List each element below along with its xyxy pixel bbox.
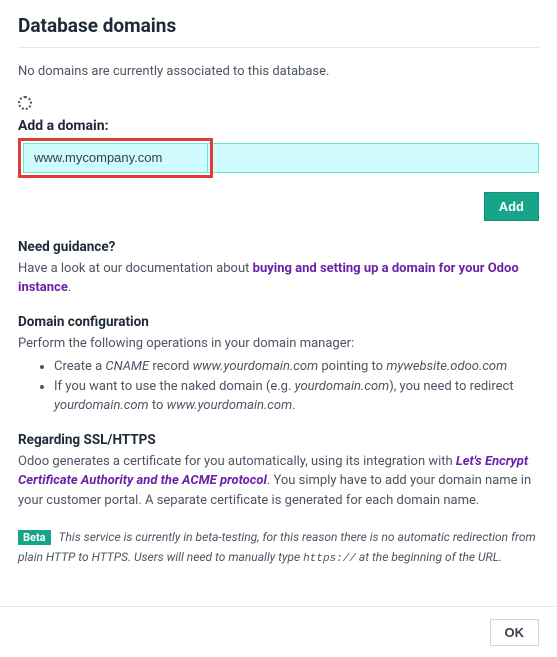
ssl-section: Regarding SSL/HTTPS Odoo generates a cer… [18,432,539,511]
add-domain-label: Add a domain: [18,118,539,134]
beta-text: This service is currently in beta-testin… [18,530,536,564]
guidance-section: Need guidance? Have a look at our docume… [18,239,539,298]
config-section: Domain configuration Perform the followi… [18,314,539,416]
domain-input[interactable] [23,143,208,173]
no-domains-text: No domains are currently associated to t… [18,62,539,82]
guidance-text: Have a look at our documentation about b… [18,259,539,298]
beta-badge: Beta [18,530,51,545]
input-highlight-box [18,138,213,178]
ok-button[interactable]: OK [490,619,540,646]
config-intro: Perform the following operations in your… [18,334,539,354]
ssl-heading: Regarding SSL/HTTPS [18,432,539,448]
dialog-footer: OK [0,606,557,657]
config-heading: Domain configuration [18,314,539,330]
divider-top [18,47,539,48]
config-bullet-2: If you want to use the naked domain (e.g… [54,377,539,416]
config-bullet-1: Create a CNAME record www.yourdomain.com… [54,357,539,377]
domain-input-row [18,138,539,178]
ssl-text: Odoo generates a certificate for you aut… [18,452,539,511]
loading-spinner-icon [18,96,32,110]
guidance-heading: Need guidance? [18,239,539,255]
beta-section: Beta This service is currently in beta-t… [18,526,539,568]
add-button[interactable]: Add [484,192,539,221]
page-title: Database domains [18,14,539,37]
